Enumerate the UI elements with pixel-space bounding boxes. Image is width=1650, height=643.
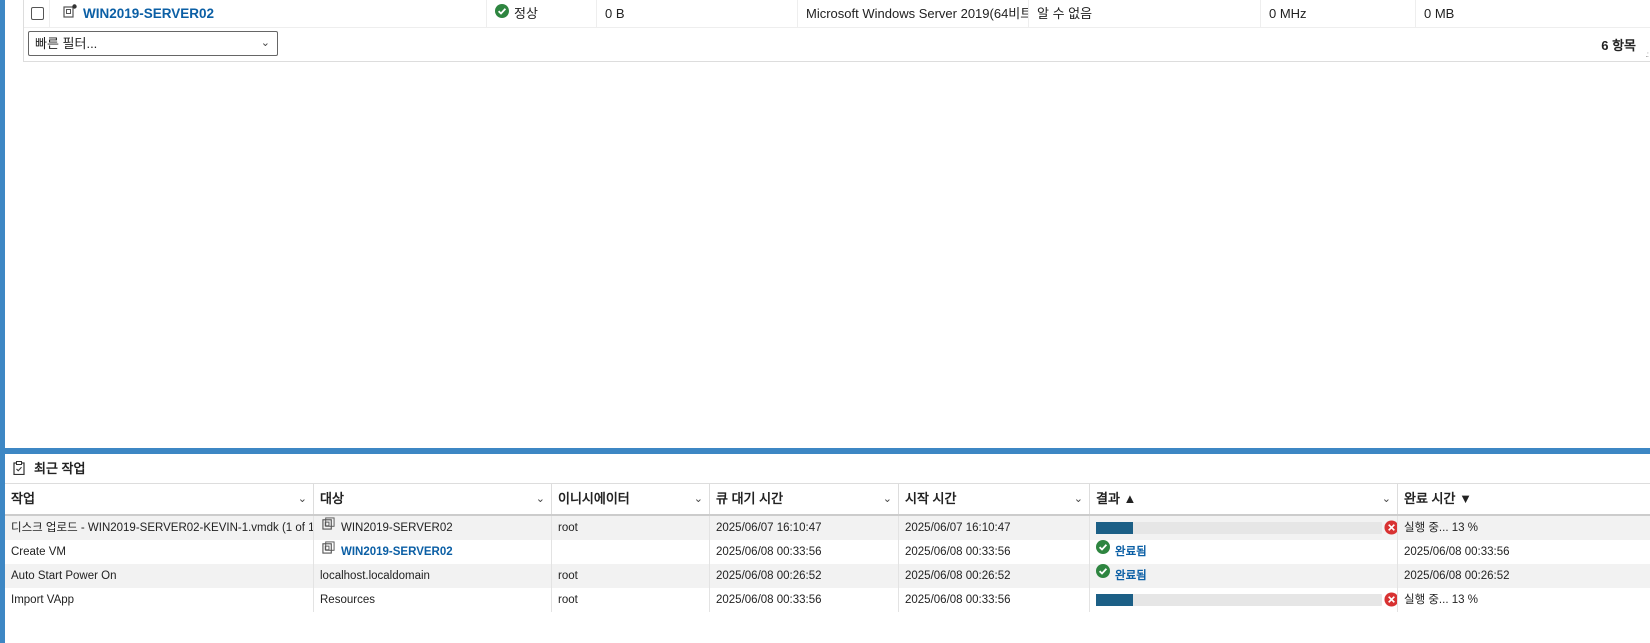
task-row[interactable]: Import VApp Resources root 2025/06/08 00… (5, 588, 1650, 612)
check-circle-icon (1096, 564, 1110, 587)
vm-storage-cell: 0 B (597, 0, 798, 28)
task-target: WIN2019-SERVER02 (314, 540, 552, 564)
chevron-down-icon[interactable]: ⌄ (1074, 484, 1083, 514)
column-label: 완료 시간 ▼ (1404, 491, 1472, 506)
column-header-initiator[interactable]: 이니시에이터 ⌄ (552, 484, 710, 514)
task-start-time: 2025/06/07 16:10:47 (899, 516, 1090, 540)
column-label: 작업 (11, 491, 35, 506)
column-label: 큐 대기 시간 (716, 491, 784, 506)
vm-host-cell: 알 수 없음 (1029, 0, 1261, 28)
task-name: Auto Start Power On (5, 564, 314, 588)
task-queued-time: 2025/06/08 00:33:56 (710, 588, 899, 612)
task-initiator (552, 540, 710, 564)
task-row[interactable]: 디스크 업로드 - WIN2019-SERVER02-KEVIN-1.vmdk … (5, 516, 1650, 540)
task-initiator: root (552, 516, 710, 540)
chevron-down-icon[interactable]: ⌄ (1382, 484, 1391, 514)
task-initiator: root (552, 588, 710, 612)
quick-filter-dropdown[interactable]: 빠른 필터... ⌄ (28, 31, 278, 56)
chevron-down-icon[interactable]: ⌄ (694, 484, 703, 514)
row-select-cell (24, 0, 50, 28)
column-label: 시작 시간 (905, 491, 957, 506)
check-circle-icon (1096, 540, 1110, 563)
vm-memory-cell: 0 MB (1424, 6, 1455, 21)
task-result: 완료됨 (1090, 540, 1398, 564)
vm-status-text: 정상 (514, 6, 538, 21)
column-header-started[interactable]: 시작 시간 ⌄ (899, 484, 1090, 514)
task-result: 완료됨 (1090, 564, 1398, 588)
clipboard-icon (13, 461, 25, 480)
vm-cpu-cell: 0 MHz (1261, 0, 1416, 28)
column-label: 결과 ▲ (1096, 491, 1137, 506)
task-start-time: 2025/06/08 00:26:52 (899, 564, 1090, 588)
task-start-time: 2025/06/08 00:33:56 (899, 540, 1090, 564)
vm-guest-os-cell: Microsoft Windows Server 2019(64비트) (798, 0, 1029, 28)
vm-icon (322, 516, 335, 539)
task-completed-time: 2025/06/08 00:33:56 (1404, 546, 1510, 558)
vm-icon (63, 0, 77, 28)
task-result-text: 완료됨 (1115, 546, 1147, 559)
task-target: localhost.localdomain (314, 564, 552, 588)
task-name: Create VM (5, 540, 314, 564)
column-header-result[interactable]: 결과 ▲ ⌄ (1090, 484, 1398, 514)
task-result (1090, 516, 1398, 540)
task-queued-time: 2025/06/08 00:33:56 (710, 540, 899, 564)
task-queued-time: 2025/06/07 16:10:47 (710, 516, 899, 540)
column-header-queued[interactable]: 큐 대기 시간 ⌄ (710, 484, 899, 514)
progress-fill (1096, 522, 1134, 534)
task-queued-time: 2025/06/08 00:26:52 (710, 564, 899, 588)
task-result (1090, 588, 1398, 612)
column-label: 이니시에이터 (558, 491, 630, 506)
row-checkbox[interactable] (31, 7, 44, 20)
vm-status-cell: 정상 (487, 0, 597, 28)
error-circle-icon[interactable] (1384, 520, 1397, 540)
chevron-down-icon: ⌄ (260, 37, 270, 49)
column-label: 대상 (320, 491, 344, 506)
progress-fill (1096, 594, 1134, 606)
tasks-table-header: 작업 ⌄ 대상 ⌄ 이니시에이터 ⌄ 큐 대기 시간 ⌄ 시작 시간 ⌄ 결과 ▲ ⌄ 완료… (5, 484, 1650, 516)
progress-bar (1096, 522, 1382, 534)
task-completed-time: 2025/06/08 00:26:52 (1404, 570, 1510, 582)
chevron-down-icon[interactable]: ⌄ (883, 484, 892, 514)
task-target: Resources (314, 588, 552, 612)
vm-name-link[interactable]: WIN2019-SERVER02 (83, 6, 214, 21)
task-start-time: 2025/06/08 00:33:56 (899, 588, 1090, 612)
task-completed-time: 실행 중... 13 % (1404, 522, 1478, 534)
vm-name-cell: WIN2019-SERVER02 (50, 0, 487, 28)
quick-filter-label: 빠른 필터... (35, 36, 98, 51)
vm-grid: WIN2019-SERVER02 정상 0 B Microsoft Window… (23, 0, 1650, 62)
progress-bar (1096, 594, 1382, 606)
task-target: WIN2019-SERVER02 (314, 516, 552, 540)
task-target-link[interactable]: WIN2019-SERVER02 (341, 546, 453, 558)
error-circle-icon[interactable] (1384, 592, 1397, 612)
task-row[interactable]: Auto Start Power On localhost.localdomai… (5, 564, 1650, 588)
task-row[interactable]: Create VM WIN2019-SERVER02 2025/06/08 00… (5, 540, 1650, 564)
column-header-completed[interactable]: 완료 시간 ▼ (1398, 484, 1650, 514)
vm-table-row[interactable]: WIN2019-SERVER02 정상 0 B Microsoft Window… (24, 0, 1650, 28)
recent-tasks-header: 최근 작업 (5, 454, 1650, 484)
task-result-text: 완료됨 (1115, 570, 1147, 583)
task-name: 디스크 업로드 - WIN2019-SERVER02-KEVIN-1.vmdk … (5, 516, 314, 540)
recent-tasks-title: 최근 작업 (34, 461, 86, 476)
task-name: Import VApp (5, 588, 314, 612)
check-circle-icon (495, 0, 509, 28)
task-initiator: root (552, 564, 710, 588)
chevron-down-icon[interactable]: ⌄ (536, 484, 545, 514)
column-header-target[interactable]: 대상 ⌄ (314, 484, 552, 514)
resize-grip-icon[interactable]: .: (1646, 50, 1650, 59)
task-completed-time: 실행 중... 13 % (1404, 594, 1478, 606)
vm-icon (322, 540, 335, 563)
task-target-text: WIN2019-SERVER02 (341, 522, 453, 535)
column-header-task[interactable]: 작업 ⌄ (5, 484, 314, 514)
app-frame: WIN2019-SERVER02 정상 0 B Microsoft Window… (0, 0, 1650, 643)
item-count: 6 항목 (1601, 38, 1636, 53)
chevron-down-icon[interactable]: ⌄ (298, 484, 307, 514)
